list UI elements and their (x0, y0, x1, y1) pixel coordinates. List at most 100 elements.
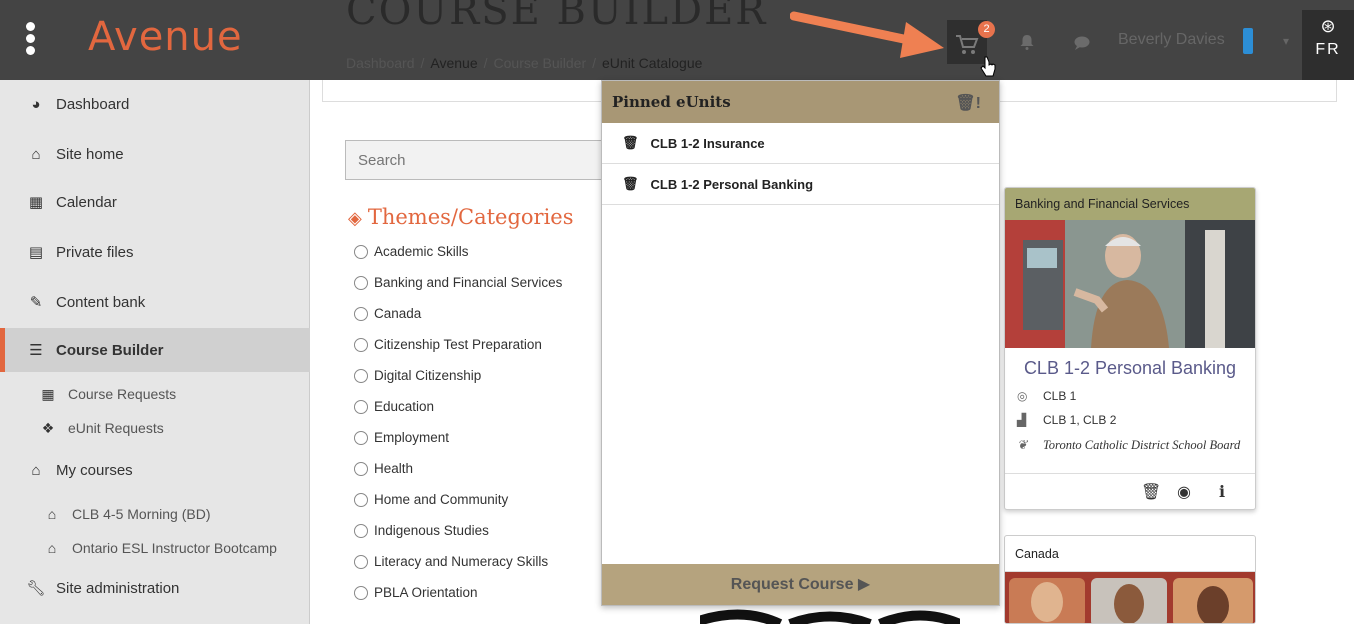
category-option[interactable]: PBLA Orientation (354, 584, 562, 615)
eunit-card[interactable]: Banking and Financial Services CLB 1-2 P… (1004, 187, 1256, 510)
category-option[interactable]: Citizenship Test Preparation (354, 336, 562, 367)
breadcrumb: Dashboard / Avenue / Course Builder / eUnit Ca… (346, 55, 703, 71)
pinned-eunit-item[interactable]: 🗑︎ CLB 1-2 Insurance (602, 123, 999, 164)
card-category: Banking and Financial Services (1005, 188, 1255, 220)
sidebar-item-private-files[interactable]: ▤ Private files (0, 230, 310, 274)
top-navbar: Avenue COURSE BUILDER Dashboard / Avenue / C… (0, 0, 1354, 80)
breadcrumb-item-course-builder[interactable]: Course Builder (494, 55, 587, 71)
card-target-row: ◎ CLB 1 (1017, 389, 1077, 403)
breadcrumb-item-dashboard[interactable]: Dashboard (346, 55, 415, 71)
language-switcher[interactable]: ⊛ FR (1302, 10, 1354, 80)
language-code: FR (1315, 41, 1341, 58)
card-image (1005, 572, 1255, 623)
category-option[interactable]: Banking and Financial Services (354, 274, 562, 305)
sidebar-item-dashboard[interactable]: ◕ Dashboard (0, 82, 310, 126)
radio-icon[interactable] (354, 493, 368, 507)
radio-icon[interactable] (354, 245, 368, 259)
radio-icon[interactable] (354, 586, 368, 600)
globe-icon: ⊛ (1320, 16, 1336, 36)
sidebar-item-course-bootcamp[interactable]: ⌂ Ontario ESL Instructor Bootcamp (0, 526, 310, 570)
sidebar-item-my-courses[interactable]: ⌂ My courses (0, 448, 310, 492)
category-list: Academic Skills Banking and Financial Se… (354, 243, 562, 615)
card-levels-row: ▟ CLB 1, CLB 2 (1017, 413, 1117, 427)
eunit-card[interactable]: Canada (1004, 535, 1256, 624)
trash-icon[interactable]: 🗑︎ (1141, 482, 1161, 502)
radio-icon[interactable] (354, 338, 368, 352)
file-icon: ▤ (28, 244, 44, 261)
eye-icon[interactable]: ◉ (1177, 482, 1191, 502)
bell-icon[interactable] (1020, 34, 1034, 50)
pinned-eunit-item[interactable]: 🗑︎ CLB 1-2 Personal Banking (602, 164, 999, 205)
category-option[interactable]: Home and Community (354, 491, 562, 522)
sidebar-item-content-bank[interactable]: ✎ Content bank (0, 280, 310, 324)
pinned-eunits-header: Pinned eUnits (602, 81, 999, 123)
radio-icon[interactable] (354, 307, 368, 321)
card-title[interactable]: CLB 1-2 Personal Banking (1005, 358, 1255, 379)
chat-icon[interactable] (1074, 36, 1090, 50)
tachometer-icon: ◕ (31, 95, 41, 113)
thumbs-up-icon: ▟ (1017, 413, 1027, 427)
card-author-row: ❦ Toronto Catholic District School Board (1017, 437, 1241, 453)
calendar-icon: ▦ (28, 194, 44, 211)
sidebar-item-course-builder[interactable]: ☰ Course Builder (0, 328, 310, 372)
home-icon: ⌂ (31, 145, 41, 163)
info-icon[interactable]: i (1219, 482, 1225, 501)
sidebar-item-site-administration[interactable]: 🔧︎ Site administration (0, 566, 310, 610)
graduation-cap-icon: ⌂ (47, 540, 57, 556)
user-name[interactable]: Beverly Davies (1118, 31, 1225, 49)
clear-all-icon[interactable]: 🗑︎! (955, 93, 981, 113)
radio-icon[interactable] (354, 462, 368, 476)
sidebar: ◕ Dashboard ⌂ Site home ▦ Calendar ▤ Private… (0, 80, 310, 624)
category-option[interactable]: Employment (354, 429, 562, 460)
radio-icon[interactable] (354, 431, 368, 445)
site-logo[interactable]: Avenue (88, 14, 243, 60)
layers-icon: ◈ (348, 208, 362, 229)
category-option[interactable]: Literacy and Numeracy Skills (354, 553, 562, 584)
radio-icon[interactable] (354, 524, 368, 538)
cubes-icon: ❖ (41, 419, 55, 436)
annotation-arrow-icon (790, 11, 944, 58)
breadcrumb-item-avenue[interactable]: Avenue (430, 55, 477, 71)
pinned-eunits-dropdown: Pinned eUnits 🗑︎! 🗑︎ CLB 1-2 Insurance 🗑︎… (601, 80, 1000, 606)
category-option[interactable]: Health (354, 460, 562, 491)
category-option[interactable]: Education (354, 398, 562, 429)
radio-icon[interactable] (354, 369, 368, 383)
cart-count-badge: 2 (978, 21, 995, 38)
themes-heading: ◈ Themes/Categories (348, 205, 574, 229)
radio-icon[interactable] (354, 276, 368, 290)
sidebar-item-eunit-requests[interactable]: ❖ eUnit Requests (0, 406, 310, 450)
sidebar-item-calendar[interactable]: ▦ Calendar (0, 180, 310, 224)
trash-icon[interactable]: 🗑︎ (622, 176, 639, 192)
leaf-icon: ❦ (1017, 438, 1028, 452)
search-input[interactable] (345, 140, 607, 180)
wrench-icon: 🔧︎ (26, 580, 46, 597)
card-image (1005, 220, 1255, 348)
trash-icon[interactable]: 🗑︎ (622, 135, 639, 151)
category-option[interactable]: Indigenous Studies (354, 522, 562, 553)
breadcrumb-item-current: eUnit Catalogue (602, 55, 703, 71)
chevron-down-icon[interactable]: ▾ (1283, 34, 1289, 48)
graduation-cap-icon: ⌂ (47, 506, 57, 522)
target-icon: ◎ (1017, 389, 1028, 403)
category-option[interactable]: Digital Citizenship (354, 367, 562, 398)
card-category: Canada (1005, 536, 1255, 572)
card-actions: 🗑︎ ◉ i (1005, 473, 1255, 509)
radio-icon[interactable] (354, 555, 368, 569)
user-avatar[interactable] (1243, 28, 1253, 54)
category-option[interactable]: Canada (354, 305, 562, 336)
database-icon: ☰ (29, 342, 43, 359)
sidebar-item-site-home[interactable]: ⌂ Site home (0, 132, 310, 176)
category-option[interactable]: Academic Skills (354, 243, 562, 274)
paint-brush-icon: ✎ (29, 294, 43, 311)
faces-photo-image (1005, 572, 1255, 623)
menu-toggle-icon[interactable] (26, 22, 38, 58)
cart-icon (956, 35, 979, 54)
decorative-art-image (700, 609, 960, 624)
atm-photo-image (1005, 220, 1255, 348)
pointer-cursor-icon (980, 56, 996, 77)
graduation-cap-icon: ⌂ (31, 461, 41, 479)
radio-icon[interactable] (354, 400, 368, 414)
request-course-button[interactable]: Request Course ▶ (602, 564, 999, 605)
page-title: COURSE BUILDER (346, 0, 768, 34)
play-square-icon: ▶ (857, 576, 871, 593)
